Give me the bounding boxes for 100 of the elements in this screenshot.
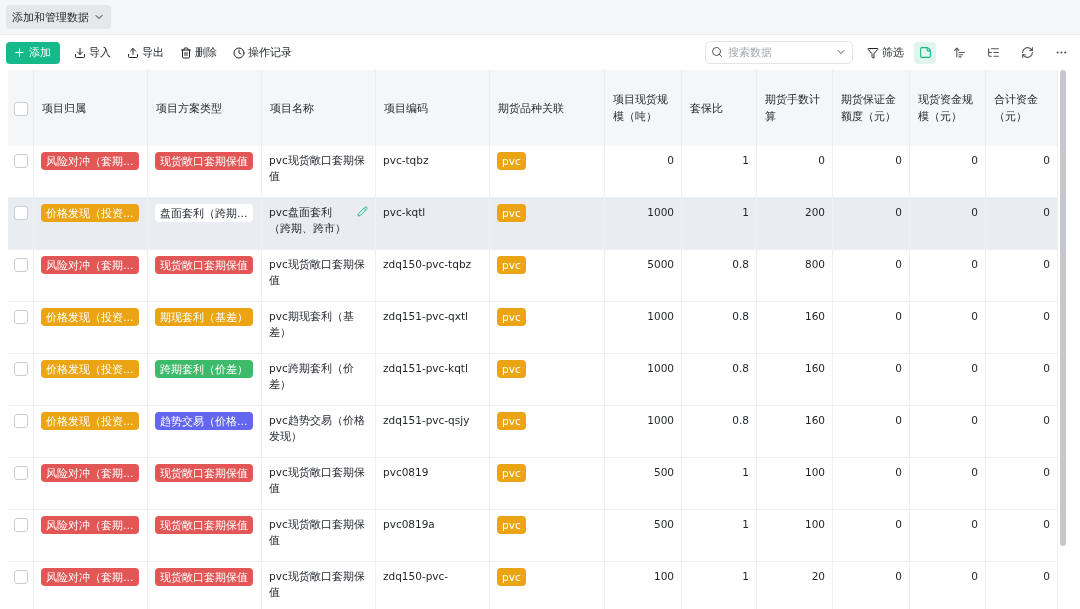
export-button[interactable]: 导出 bbox=[125, 45, 166, 60]
scrollbar[interactable] bbox=[1060, 70, 1066, 546]
search-field[interactable]: 搜索数据 bbox=[705, 41, 853, 64]
table-cell-text: 160 bbox=[804, 309, 825, 324]
row-checkbox[interactable] bbox=[13, 570, 28, 584]
import-button[interactable]: 导入 bbox=[72, 45, 113, 60]
affiliation-tag: 价格发现（投资… bbox=[41, 360, 139, 378]
column-header: 项目归属 bbox=[42, 100, 86, 116]
table-cell-text: 0 bbox=[895, 413, 902, 428]
column-header: 现货资金规模（元） bbox=[918, 92, 974, 124]
table-cell-text: 1 bbox=[742, 153, 749, 168]
table-cell-text: 0 bbox=[971, 517, 978, 532]
edit-icon[interactable] bbox=[357, 206, 368, 217]
filter-button[interactable]: 筛选 bbox=[865, 45, 906, 60]
table-cell-text: 100 bbox=[653, 569, 674, 584]
table-cell-text: 1000 bbox=[647, 205, 674, 220]
scheme-tag: 现货敞口套期保值 bbox=[155, 516, 253, 534]
sort-icon bbox=[952, 46, 966, 59]
column-header: 期货手数计算 bbox=[765, 92, 821, 124]
table-cell-text: 0.8 bbox=[732, 309, 749, 324]
scheme-tag: 现货敞口套期保值 bbox=[155, 152, 253, 170]
column-header: 项目现货规模（吨） bbox=[613, 92, 669, 124]
table-cell-text: 0 bbox=[1043, 517, 1050, 532]
row-checkbox[interactable] bbox=[13, 310, 28, 324]
table-cell-text: 100 bbox=[804, 465, 825, 480]
row-checkbox[interactable] bbox=[13, 258, 28, 272]
select-all-checkbox[interactable] bbox=[13, 101, 28, 116]
table-cell-text: 0 bbox=[895, 309, 902, 324]
table-cell-text: 0.8 bbox=[732, 257, 749, 272]
table-cell-text: 1000 bbox=[647, 309, 674, 324]
table-cell-text: 0.8 bbox=[732, 413, 749, 428]
trash-icon bbox=[180, 46, 192, 59]
plus-icon bbox=[13, 46, 26, 59]
row-checkbox[interactable] bbox=[13, 154, 28, 168]
variety-tag: pvc bbox=[497, 256, 526, 274]
variety-tag: pvc bbox=[497, 308, 526, 326]
filter-icon bbox=[867, 46, 879, 59]
table-cell-text: 0.8 bbox=[732, 361, 749, 376]
variety-tag: pvc bbox=[497, 516, 526, 534]
table-cell-text: 0 bbox=[895, 205, 902, 220]
delete-button[interactable]: 删除 bbox=[178, 45, 219, 60]
variety-tag: pvc bbox=[497, 152, 526, 170]
project-name: pvc现货敞口套期保值 bbox=[269, 153, 366, 184]
project-name: pvc盘面套利（跨期、跨市） bbox=[269, 205, 347, 236]
project-code: zdq150-pvc- bbox=[383, 569, 449, 584]
affiliation-tag: 风险对冲（套期… bbox=[41, 152, 139, 170]
clock-icon bbox=[233, 46, 245, 59]
project-code: zdq151-pvc-qsjy bbox=[383, 413, 470, 428]
table-cell-text: 0 bbox=[895, 465, 902, 480]
row-checkbox[interactable] bbox=[13, 414, 28, 428]
table-cell-text: 0 bbox=[971, 465, 978, 480]
table-cell-text: 0 bbox=[1043, 205, 1050, 220]
table-cell-text: 200 bbox=[804, 205, 825, 220]
table-cell-text: 1000 bbox=[647, 413, 674, 428]
data-menu-button[interactable]: 添加和管理数据 bbox=[6, 5, 111, 29]
row-checkbox[interactable] bbox=[13, 466, 28, 480]
table-cell-text: 0 bbox=[667, 153, 674, 168]
variety-tag: pvc bbox=[497, 204, 526, 222]
column-header: 套保比 bbox=[690, 100, 723, 116]
row-checkbox[interactable] bbox=[13, 362, 28, 376]
table-cell-text: 5000 bbox=[647, 257, 674, 272]
history-button[interactable]: 操作记录 bbox=[231, 45, 294, 60]
table-cell-text: 0 bbox=[895, 361, 902, 376]
table-cell-text: 0 bbox=[895, 517, 902, 532]
project-name: pvc现货敞口套期保值 bbox=[269, 517, 366, 548]
table-cell-text: 0 bbox=[895, 153, 902, 168]
variety-tag: pvc bbox=[497, 360, 526, 378]
table-cell-text: 0 bbox=[971, 257, 978, 272]
scheme-tag: 跨期套利（价差） bbox=[155, 360, 253, 378]
table-cell-text: 500 bbox=[653, 465, 674, 480]
affiliation-tag: 价格发现（投资… bbox=[41, 412, 139, 430]
row-checkbox[interactable] bbox=[13, 206, 28, 220]
scheme-tag: 期现套利（基差） bbox=[155, 308, 253, 326]
table-cell-text: 0 bbox=[971, 205, 978, 220]
table-cell-text: 0 bbox=[1043, 413, 1050, 428]
project-code: zdq151-pvc-qxtl bbox=[383, 309, 469, 324]
variety-tag: pvc bbox=[497, 412, 526, 430]
table-cell-text: 1 bbox=[742, 465, 749, 480]
project-name: pvc现货敞口套期保值 bbox=[269, 569, 366, 600]
table-cell-text: 500 bbox=[653, 517, 674, 532]
table-cell-text: 0 bbox=[895, 569, 902, 584]
download-icon bbox=[74, 46, 86, 59]
table-cell-text: 0 bbox=[1043, 309, 1050, 324]
table-cell-text: 0 bbox=[1043, 153, 1050, 168]
project-name: pvc现货敞口套期保值 bbox=[269, 465, 366, 496]
scheme-tag: 趋势交易（价格… bbox=[155, 412, 253, 430]
note-icon bbox=[918, 46, 932, 59]
variety-tag: pvc bbox=[497, 568, 526, 586]
column-header: 期货保证金额度（元） bbox=[841, 92, 897, 124]
refresh-icon bbox=[1020, 46, 1034, 59]
view-toggle-button[interactable] bbox=[914, 41, 936, 64]
table-cell-text: 0 bbox=[1043, 361, 1050, 376]
project-code: pvc-tqbz bbox=[383, 153, 429, 168]
row-checkbox[interactable] bbox=[13, 518, 28, 532]
column-header: 项目编码 bbox=[384, 100, 428, 116]
scheme-tag: 现货敞口套期保值 bbox=[155, 256, 253, 274]
column-header: 合计资金（元） bbox=[994, 92, 1039, 124]
affiliation-tag: 风险对冲（套期… bbox=[41, 568, 139, 586]
column-header: 项目名称 bbox=[270, 100, 314, 116]
affiliation-tag: 风险对冲（套期… bbox=[41, 516, 139, 534]
